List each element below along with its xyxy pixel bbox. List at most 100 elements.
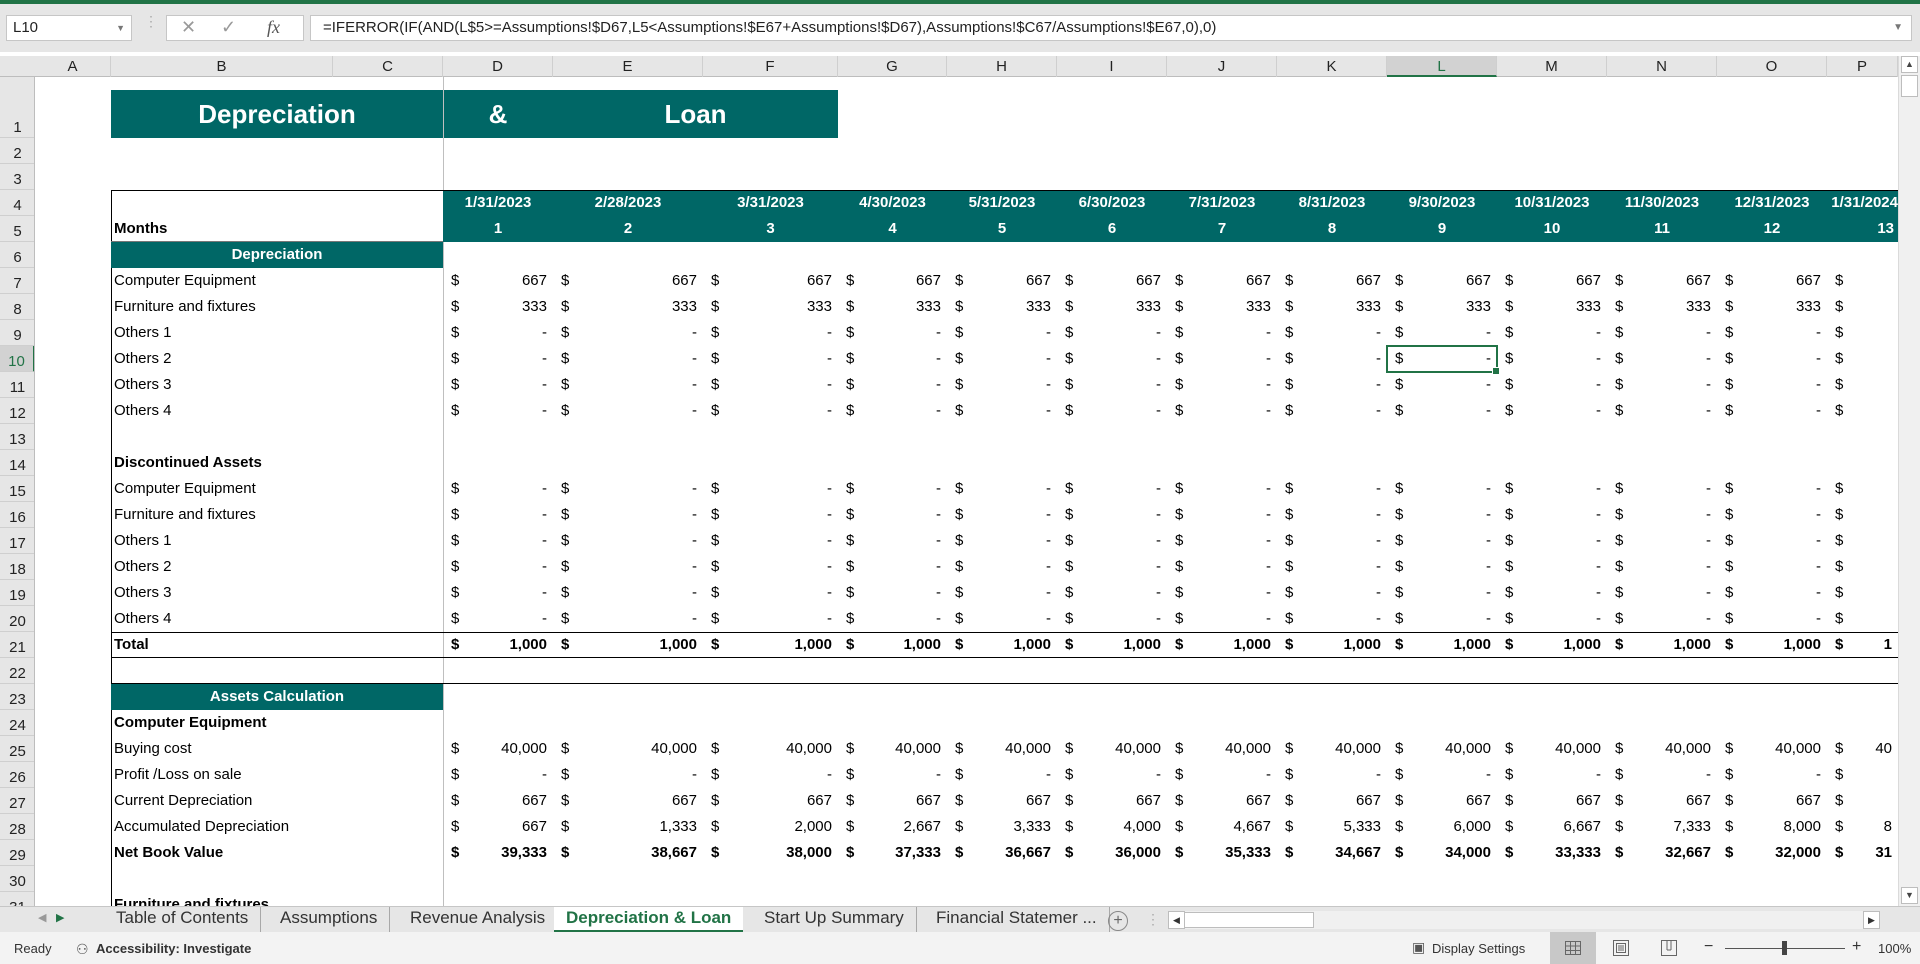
row-header-8[interactable]: 8	[0, 294, 34, 320]
currency-cell[interactable]: $ -	[1387, 372, 1497, 398]
currency-cell[interactable]: $ -	[947, 606, 1057, 632]
currency-cell[interactable]: $	[1827, 294, 1898, 320]
currency-cell[interactable]: $4,000	[1057, 814, 1167, 840]
row-header-26[interactable]: 26	[0, 762, 34, 788]
currency-cell[interactable]: $ -	[1277, 398, 1387, 424]
currency-cell[interactable]: $ -	[838, 580, 947, 606]
currency-cell[interactable]: $ -	[443, 606, 553, 632]
currency-cell[interactable]: $40,000	[1277, 736, 1387, 762]
currency-cell[interactable]: $40,000	[1497, 736, 1607, 762]
currency-cell[interactable]: $ -	[1057, 346, 1167, 372]
column-header-g[interactable]: G	[838, 56, 947, 77]
currency-cell[interactable]: $ -	[1607, 346, 1717, 372]
currency-cell[interactable]: $ -	[1607, 528, 1717, 554]
currency-cell[interactable]: $333	[1167, 294, 1277, 320]
row-header-9[interactable]: 9	[0, 320, 34, 346]
currency-cell[interactable]: $ -	[703, 580, 838, 606]
currency-cell[interactable]: $	[1827, 554, 1898, 580]
currency-cell[interactable]: $1	[1827, 632, 1898, 658]
currency-cell[interactable]: $ -	[703, 502, 838, 528]
name-box[interactable]: L10 ▼	[6, 15, 132, 41]
currency-cell[interactable]: $ -	[443, 398, 553, 424]
currency-cell[interactable]: $ -	[703, 762, 838, 788]
row-header-5[interactable]: 5	[0, 216, 34, 242]
currency-cell[interactable]: $667	[1607, 788, 1717, 814]
currency-cell[interactable]: $7,333	[1607, 814, 1717, 840]
currency-cell[interactable]: $1,000	[1167, 632, 1277, 658]
currency-cell[interactable]: $ -	[1167, 580, 1277, 606]
scroll-up-icon[interactable]: ▲	[1901, 56, 1918, 73]
currency-cell[interactable]: $	[1827, 268, 1898, 294]
currency-cell[interactable]: $ -	[443, 346, 553, 372]
currency-cell[interactable]: $ -	[947, 762, 1057, 788]
currency-cell[interactable]: $ -	[838, 528, 947, 554]
currency-cell[interactable]: $ -	[1277, 606, 1387, 632]
currency-cell[interactable]: $ -	[1717, 372, 1827, 398]
scroll-down-icon[interactable]: ▼	[1901, 887, 1918, 904]
sheet-tab[interactable]: Assumptions	[268, 907, 391, 932]
currency-cell[interactable]: $667	[1057, 268, 1167, 294]
currency-cell[interactable]: $ -	[1277, 554, 1387, 580]
currency-cell[interactable]: $ -	[1387, 606, 1497, 632]
row-header-27[interactable]: 27	[0, 788, 34, 814]
currency-cell[interactable]: $2,000	[703, 814, 838, 840]
currency-cell[interactable]: $ -	[1717, 398, 1827, 424]
currency-cell[interactable]: $ -	[1167, 554, 1277, 580]
tab-scroll-left-icon[interactable]: ◀	[38, 911, 46, 924]
currency-cell[interactable]: $ -	[838, 320, 947, 346]
currency-cell[interactable]: $ -	[1387, 320, 1497, 346]
currency-cell[interactable]: $	[1827, 346, 1898, 372]
row-header-23[interactable]: 23	[0, 684, 34, 710]
currency-cell[interactable]: $ -	[553, 762, 703, 788]
currency-cell[interactable]: $333	[443, 294, 553, 320]
zoom-out-button[interactable]: −	[1704, 938, 1713, 956]
column-header-d[interactable]: D	[443, 56, 553, 77]
currency-cell[interactable]: $ -	[838, 476, 947, 502]
currency-cell[interactable]: $	[1827, 788, 1898, 814]
currency-cell[interactable]: $	[1827, 528, 1898, 554]
zoom-in-button[interactable]: +	[1852, 938, 1861, 956]
currency-cell[interactable]: $36,000	[1057, 840, 1167, 866]
currency-cell[interactable]: $667	[947, 788, 1057, 814]
selected-cell-l10[interactable]	[1386, 345, 1500, 375]
sheet-tab[interactable]: Table of Contents	[104, 907, 262, 932]
currency-cell[interactable]: $ -	[703, 554, 838, 580]
currency-cell[interactable]: $	[1827, 762, 1898, 788]
currency-cell[interactable]: $333	[1497, 294, 1607, 320]
currency-cell[interactable]: $ -	[1277, 502, 1387, 528]
sheet-tab[interactable]: Depreciation & Loan	[554, 907, 744, 932]
currency-cell[interactable]: $ -	[1717, 606, 1827, 632]
currency-cell[interactable]: $40,000	[947, 736, 1057, 762]
currency-cell[interactable]: $667	[838, 268, 947, 294]
currency-cell[interactable]: $ -	[1277, 528, 1387, 554]
currency-cell[interactable]: $ -	[1497, 606, 1607, 632]
currency-cell[interactable]: $2,667	[838, 814, 947, 840]
currency-cell[interactable]: $ -	[1057, 320, 1167, 346]
horizontal-scrollbar[interactable]: ◀ ▶	[1168, 911, 1880, 929]
currency-cell[interactable]: $ -	[1497, 320, 1607, 346]
currency-cell[interactable]: $333	[1607, 294, 1717, 320]
currency-cell[interactable]: $ -	[1717, 554, 1827, 580]
currency-cell[interactable]: $1,000	[1497, 632, 1607, 658]
currency-cell[interactable]: $ -	[1717, 476, 1827, 502]
currency-cell[interactable]: $40,000	[553, 736, 703, 762]
row-header-17[interactable]: 17	[0, 528, 34, 554]
row-header-1[interactable]: 1	[0, 77, 34, 138]
enter-icon[interactable]: ✓	[221, 17, 236, 38]
column-header-b[interactable]: B	[111, 56, 333, 77]
currency-cell[interactable]: $1,000	[703, 632, 838, 658]
currency-cell[interactable]: $ -	[1497, 502, 1607, 528]
page-layout-button[interactable]	[1598, 932, 1644, 964]
add-sheet-button[interactable]: +	[1108, 911, 1128, 931]
currency-cell[interactable]: $333	[1717, 294, 1827, 320]
accessibility-status[interactable]: Accessibility: Investigate	[96, 941, 251, 956]
row-header-10[interactable]: 10	[0, 346, 34, 372]
currency-cell[interactable]: $ -	[1607, 554, 1717, 580]
currency-cell[interactable]: $ -	[1607, 476, 1717, 502]
currency-cell[interactable]: $333	[838, 294, 947, 320]
sheet-tab[interactable]: Financial Statemer ...	[924, 907, 1110, 932]
currency-cell[interactable]: $667	[1277, 268, 1387, 294]
currency-cell[interactable]: $ -	[553, 554, 703, 580]
currency-cell[interactable]: $31	[1827, 840, 1898, 866]
currency-cell[interactable]: $ -	[1057, 606, 1167, 632]
